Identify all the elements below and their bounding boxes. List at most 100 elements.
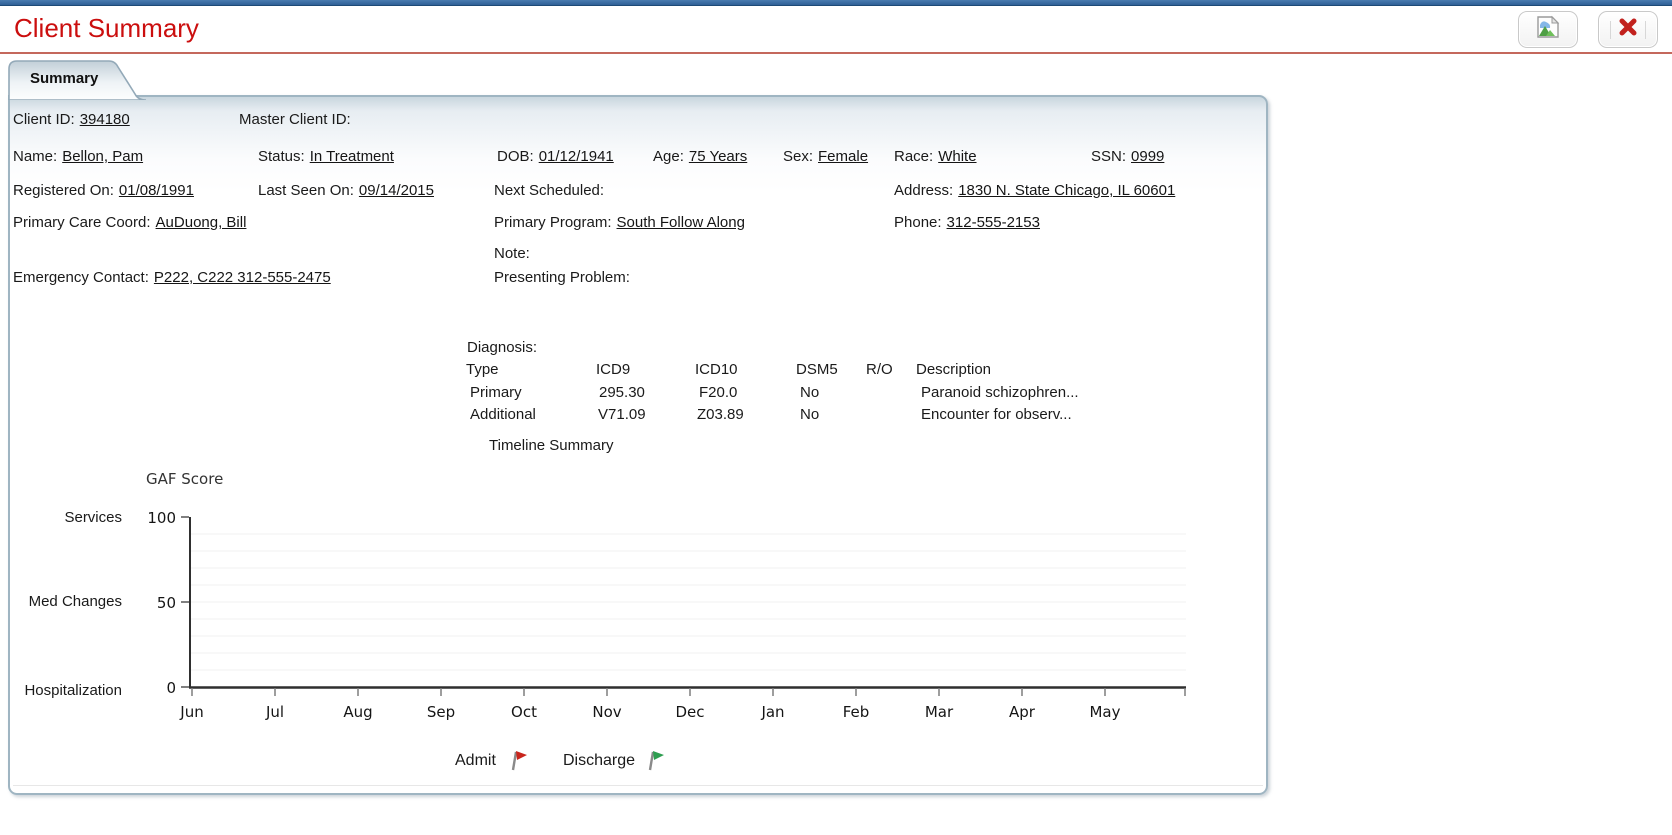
field-primary-care-coord: Primary Care Coord: AuDuong, Bill	[13, 214, 246, 231]
emergency-contact-label: Emergency Contact:	[13, 269, 149, 286]
image-file-icon	[1535, 15, 1561, 44]
diagnosis-row-type: Primary	[470, 384, 522, 401]
top-accent-bar	[0, 0, 1672, 6]
field-race: Race: White	[894, 148, 977, 165]
field-last-seen-on: Last Seen On: 09/14/2015	[258, 182, 434, 199]
close-button[interactable]	[1598, 11, 1658, 48]
diagnosis-row-description: Paranoid schizophren...	[921, 384, 1079, 401]
panel-inner-line	[13, 785, 1263, 786]
x-tick-sep: Sep	[427, 703, 455, 721]
phone-value[interactable]: 312-555-2153	[947, 214, 1040, 231]
chart-row-label-hospitalization: Hospitalization	[12, 682, 122, 699]
primary-care-coord-value[interactable]: AuDuong, Bill	[156, 214, 247, 231]
discharge-flag-icon	[645, 748, 665, 777]
diagnosis-row-description: Encounter for observ...	[921, 406, 1072, 423]
x-tick-may: May	[1089, 703, 1120, 721]
x-tick-aug: Aug	[343, 703, 372, 721]
timeline-summary-title: Timeline Summary	[489, 437, 613, 454]
emergency-contact-value[interactable]: P222, C222 312-555-2475	[154, 269, 331, 286]
diagnosis-header-icd9: ICD9	[596, 361, 630, 378]
ssn-value[interactable]: 0999	[1131, 148, 1164, 165]
name-label: Name:	[13, 148, 57, 165]
age-label: Age:	[653, 148, 684, 165]
last-seen-on-label: Last Seen On:	[258, 182, 354, 199]
dob-value[interactable]: 01/12/1941	[539, 148, 614, 165]
diagnosis-row-type: Additional	[470, 406, 536, 423]
primary-program-label: Primary Program:	[494, 214, 612, 231]
sex-value[interactable]: Female	[818, 148, 868, 165]
x-tick-jun: Jun	[179, 703, 203, 721]
diagnosis-title: Diagnosis:	[467, 339, 537, 356]
diagnosis-row-icd9: 295.30	[599, 384, 645, 401]
age-value[interactable]: 75 Years	[689, 148, 747, 165]
field-registered-on: Registered On: 01/08/1991	[13, 182, 194, 199]
gaf-timeline-chart: 100 50 0 Jun Jul Aug Sep Oct Nov Dec Jan…	[120, 460, 1210, 735]
status-label: Status:	[258, 148, 305, 165]
field-next-scheduled: Next Scheduled:	[494, 182, 609, 199]
name-value[interactable]: Bellon, Pam	[62, 148, 143, 165]
note-label: Note:	[494, 245, 530, 262]
client-id-label: Client ID:	[13, 111, 75, 128]
x-tick-mar: Mar	[925, 703, 954, 721]
x-tick-nov: Nov	[592, 703, 621, 721]
y-tick-0: 0	[166, 679, 176, 697]
registered-on-label: Registered On:	[13, 182, 114, 199]
master-client-id-label: Master Client ID:	[239, 111, 351, 128]
field-address: Address: 1830 N. State Chicago, IL 60601	[894, 182, 1175, 199]
primary-care-coord-label: Primary Care Coord:	[13, 214, 151, 231]
legend-admit-label: Admit	[455, 752, 496, 770]
client-summary-window: Client Summary	[0, 0, 1672, 835]
field-note: Note:	[494, 245, 535, 262]
x-tick-dec: Dec	[675, 703, 704, 721]
diagnosis-header-dsm5: DSM5	[796, 361, 838, 378]
race-label: Race:	[894, 148, 933, 165]
status-value[interactable]: In Treatment	[310, 148, 394, 165]
diagnosis-header-icd10: ICD10	[695, 361, 738, 378]
field-sex: Sex: Female	[783, 148, 868, 165]
export-image-button[interactable]	[1518, 11, 1578, 48]
primary-program-value[interactable]: South Follow Along	[617, 214, 745, 231]
chart-row-label-med-changes: Med Changes	[12, 593, 122, 610]
field-status: Status: In Treatment	[258, 148, 394, 165]
x-tick-apr: Apr	[1009, 703, 1036, 721]
field-dob: DOB: 01/12/1941	[497, 148, 614, 165]
field-presenting-problem: Presenting Problem:	[494, 269, 635, 286]
dob-label: DOB:	[497, 148, 534, 165]
y-tick-50: 50	[157, 594, 176, 612]
diagnosis-row-icd9: V71.09	[598, 406, 646, 423]
presenting-problem-label: Presenting Problem:	[494, 269, 630, 286]
y-tick-100: 100	[147, 509, 176, 527]
x-tick-jul: Jul	[265, 703, 284, 721]
header-divider	[0, 52, 1672, 54]
registered-on-value[interactable]: 01/08/1991	[119, 182, 194, 199]
address-value[interactable]: 1830 N. State Chicago, IL 60601	[958, 182, 1175, 199]
x-tick-jan: Jan	[760, 703, 784, 721]
button-divider	[1610, 21, 1611, 39]
field-ssn: SSN: 0999	[1091, 148, 1164, 165]
diagnosis-row-icd10: F20.0	[699, 384, 737, 401]
chart-row-label-services: Services	[12, 509, 122, 526]
admit-flag-icon	[508, 748, 528, 777]
next-scheduled-label: Next Scheduled:	[494, 182, 604, 199]
race-value[interactable]: White	[938, 148, 976, 165]
tab-summary[interactable]: Summary	[30, 70, 98, 87]
button-divider	[1645, 21, 1646, 39]
ssn-label: SSN:	[1091, 148, 1126, 165]
address-label: Address:	[894, 182, 953, 199]
diagnosis-row-dsm5: No	[800, 406, 819, 423]
field-master-client-id: Master Client ID:	[239, 111, 356, 128]
last-seen-on-value[interactable]: 09/14/2015	[359, 182, 434, 199]
field-emergency-contact: Emergency Contact: P222, C222 312-555-247…	[13, 269, 331, 286]
client-id-value[interactable]: 394180	[80, 111, 130, 128]
page-title: Client Summary	[14, 13, 199, 44]
field-age: Age: 75 Years	[653, 148, 747, 165]
x-tick-oct: Oct	[511, 703, 537, 721]
field-primary-program: Primary Program: South Follow Along	[494, 214, 745, 231]
diagnosis-row-icd10: Z03.89	[697, 406, 744, 423]
phone-label: Phone:	[894, 214, 942, 231]
red-x-icon	[1617, 16, 1639, 43]
diagnosis-header-type: Type	[466, 361, 499, 378]
field-phone: Phone: 312-555-2153	[894, 214, 1040, 231]
legend-discharge-label: Discharge	[563, 752, 635, 770]
sex-label: Sex:	[783, 148, 813, 165]
